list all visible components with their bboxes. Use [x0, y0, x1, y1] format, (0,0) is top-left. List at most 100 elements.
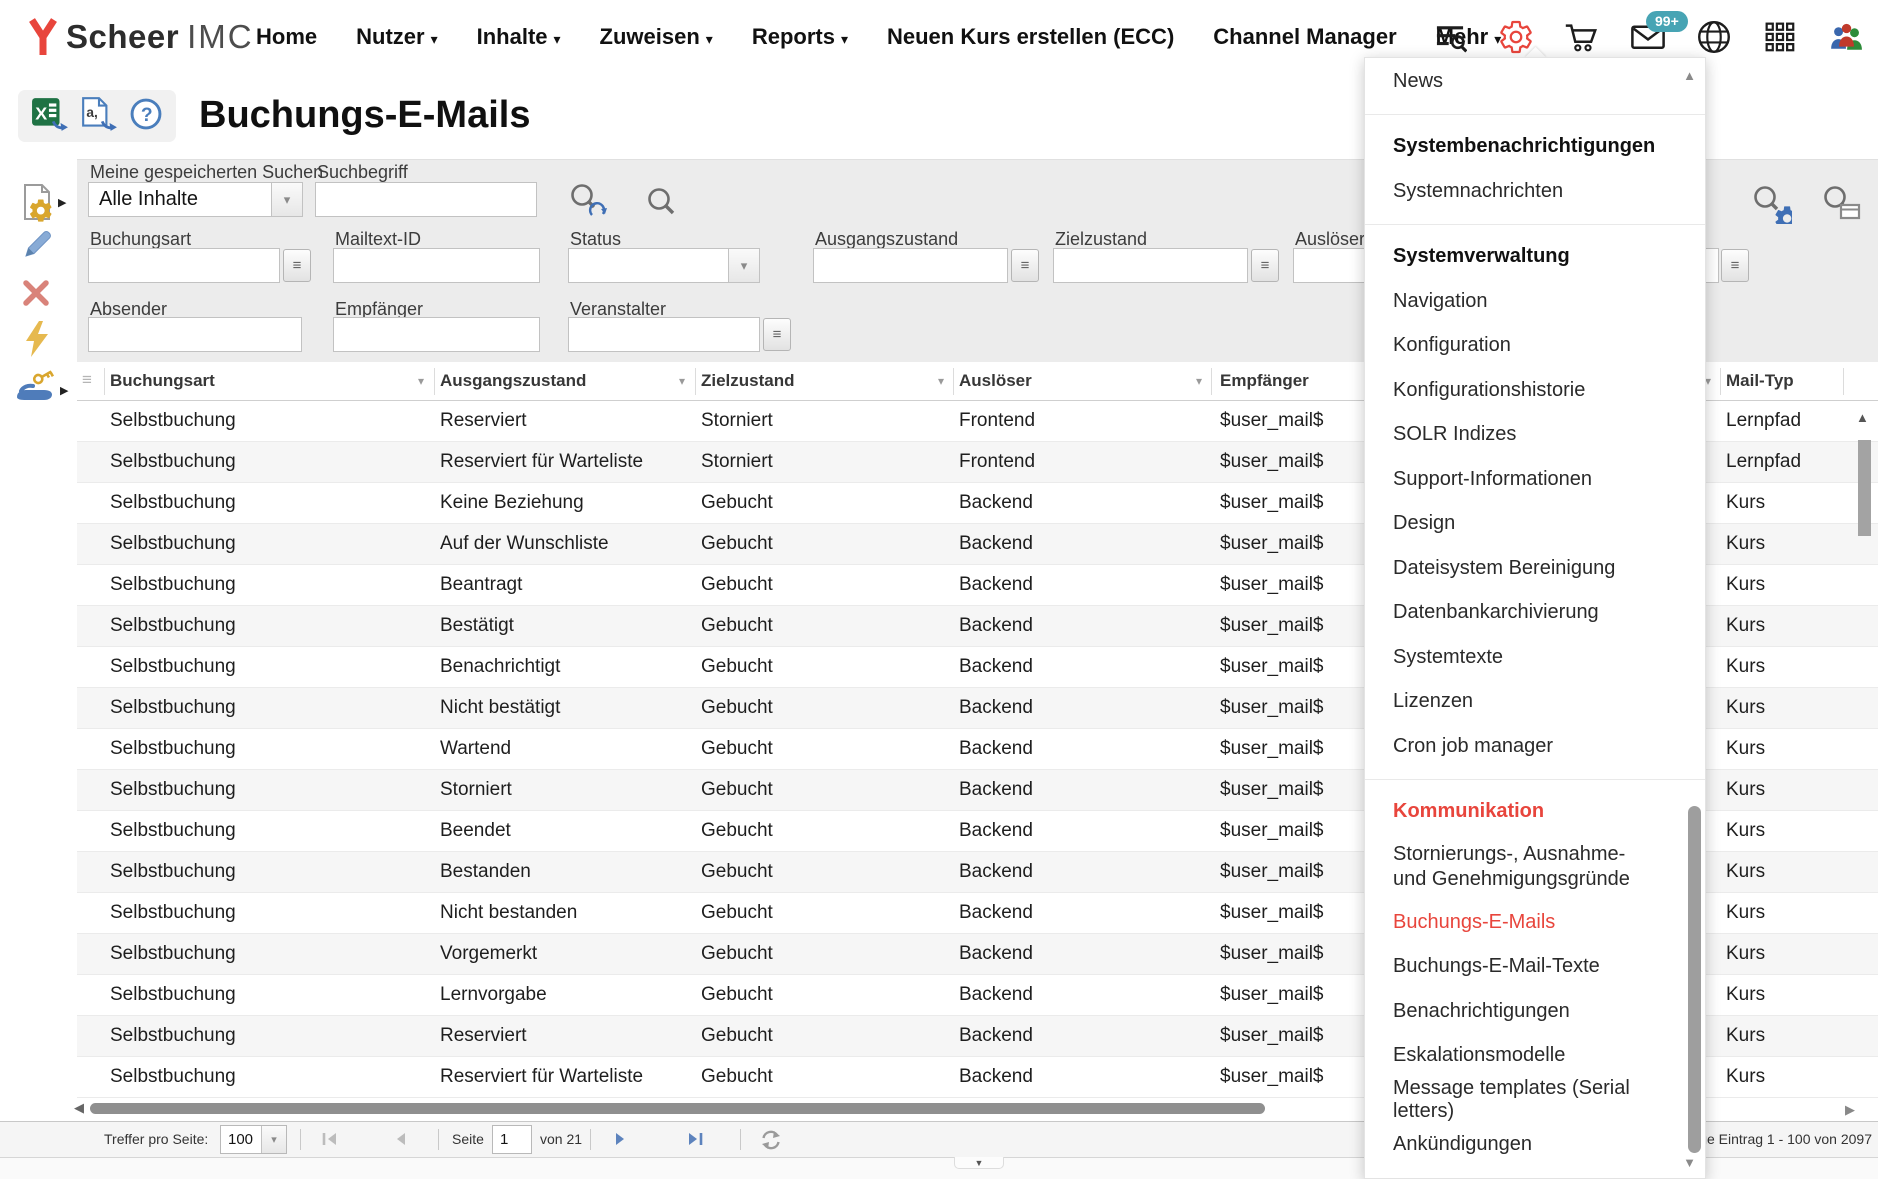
veranstalter-list-button[interactable]: ≡ — [763, 318, 791, 351]
menu-item-3[interactable]: Systemnachrichten — [1365, 169, 1705, 214]
cart-icon[interactable] — [1564, 17, 1600, 57]
globe-icon[interactable] — [1696, 17, 1732, 57]
column-menu-icon[interactable]: ▾ — [679, 374, 685, 388]
per-page-select[interactable]: 100 ▾ — [220, 1125, 287, 1154]
cell-mail-typ: Kurs — [1726, 574, 1765, 596]
menu-item-20[interactable]: Buchungs-E-Mails — [1365, 900, 1705, 945]
col-header-zielzustand[interactable]: Zielzustand — [701, 371, 795, 391]
menu-item-16[interactable]: Cron job manager — [1365, 724, 1705, 769]
search-reset-icon[interactable] — [568, 182, 608, 227]
column-menu-icon[interactable]: ▾ — [938, 374, 944, 388]
nav-item-1[interactable]: Nutzer▾ — [356, 24, 437, 50]
menu-scrollbar-thumb[interactable] — [1688, 806, 1701, 1153]
export-text-icon[interactable]: a, — [80, 96, 118, 137]
cell-ausloeser: Backend — [959, 533, 1033, 555]
scroll-up-icon[interactable]: ▲ — [1856, 410, 1869, 425]
menu-item-12[interactable]: Dateisystem Bereinigung — [1365, 546, 1705, 591]
nav-item-0[interactable]: Home — [256, 24, 317, 50]
menu-item-25[interactable]: Ankündigungen — [1365, 1123, 1705, 1168]
menu-item-23[interactable]: Eskalationsmodelle — [1365, 1034, 1705, 1079]
filter-ausgangszustand-input[interactable] — [813, 248, 1008, 283]
menu-item-6[interactable]: Navigation — [1365, 279, 1705, 324]
scroll-left-icon[interactable]: ◀ — [74, 1100, 84, 1116]
menu-item-19[interactable]: Stornierungs-, Ausnahme- und Genehmigung… — [1365, 834, 1705, 900]
cell-ausgangszustand: Wartend — [440, 738, 511, 760]
filter-empfaenger-input[interactable] — [333, 317, 540, 352]
filter-mailtext-id-label: Mailtext-ID — [335, 229, 421, 250]
export-excel-icon[interactable]: X — [31, 96, 69, 137]
menu-item-11[interactable]: Design — [1365, 502, 1705, 547]
filter-absender-input[interactable] — [88, 317, 302, 352]
chevron-down-icon: ▾ — [554, 31, 561, 48]
filter-veranstalter-input[interactable] — [568, 317, 760, 352]
menu-item-0[interactable]: News — [1365, 59, 1705, 104]
expand-arrow-icon[interactable]: ▶ — [60, 384, 68, 397]
cell-ausloeser: Backend — [959, 1066, 1033, 1088]
menu-item-10[interactable]: Support-Informationen — [1365, 457, 1705, 502]
scroll-right-icon[interactable]: ▶ — [1845, 1102, 1855, 1118]
next-page-button[interactable] — [612, 1130, 628, 1153]
expand-arrow-icon[interactable]: ▶ — [58, 196, 66, 209]
brand-logo[interactable]: Scheer IMC — [28, 0, 254, 74]
prev-page-button[interactable] — [392, 1130, 408, 1153]
filter-zielzustand-label: Zielzustand — [1055, 229, 1147, 250]
saved-searches-select[interactable]: Alle Inhalte ▾ — [88, 182, 303, 217]
last-page-button[interactable] — [686, 1130, 706, 1153]
horizontal-scrollbar-thumb[interactable] — [90, 1103, 1265, 1114]
cell-buchungsart: Selbstbuchung — [110, 1066, 236, 1088]
zielzustand-list-button[interactable]: ≡ — [1251, 249, 1279, 282]
filter-status-select[interactable]: ▾ — [568, 248, 760, 283]
ausloeser-list-button[interactable]: ≡ — [1721, 249, 1749, 282]
col-header-ausloeser[interactable]: Auslöser — [959, 371, 1032, 391]
page-number-input[interactable] — [492, 1125, 532, 1154]
nav-item-5[interactable]: Neuen Kurs erstellen (ECC) — [887, 24, 1174, 50]
menu-scroll-up-icon[interactable]: ▲ — [1683, 68, 1696, 83]
menu-item-14[interactable]: Systemtexte — [1365, 635, 1705, 680]
ausgangszustand-list-button[interactable]: ≡ — [1011, 249, 1039, 282]
column-menu-icon[interactable]: ▾ — [1196, 374, 1202, 388]
assign-permissions-icon[interactable] — [14, 368, 58, 411]
filter-buchungsart-input[interactable] — [88, 248, 280, 283]
collapse-panel-handle[interactable]: ▼ — [954, 1157, 1004, 1169]
help-icon[interactable]: ? — [129, 97, 163, 136]
menu-item-22[interactable]: Benachrichtigungen — [1365, 989, 1705, 1034]
edit-pencil-icon[interactable] — [20, 228, 54, 267]
menu-item-21[interactable]: Buchungs-E-Mail-Texte — [1365, 945, 1705, 990]
col-header-ausgangszustand[interactable]: Ausgangszustand — [440, 371, 586, 391]
mail-icon[interactable]: 99+ — [1630, 17, 1666, 57]
vertical-scrollbar-thumb[interactable] — [1858, 440, 1871, 536]
menu-item-24[interactable]: Message templates (Serial letters) — [1365, 1078, 1705, 1123]
col-header-buchungsart[interactable]: Buchungsart — [110, 371, 215, 391]
community-users-icon[interactable] — [1828, 17, 1864, 57]
lightning-icon[interactable] — [23, 320, 51, 363]
search-new-window-icon[interactable] — [1820, 184, 1862, 229]
search-icon[interactable] — [645, 186, 679, 225]
menu-item-13[interactable]: Datenbankarchivierung — [1365, 591, 1705, 636]
new-search-icon[interactable] — [20, 182, 54, 227]
menu-item-8[interactable]: Konfigurationshistorie — [1365, 368, 1705, 413]
filter-zielzustand-input[interactable] — [1053, 248, 1248, 283]
nav-item-2[interactable]: Inhalte▾ — [477, 24, 561, 50]
settings-gear-icon[interactable] — [1498, 17, 1534, 57]
nav-item-6[interactable]: Channel Manager — [1213, 24, 1396, 50]
buchungsart-list-button[interactable]: ≡ — [283, 249, 311, 282]
col-header-empfaenger[interactable]: Empfänger — [1220, 371, 1309, 391]
delete-x-icon[interactable] — [21, 278, 51, 313]
drag-handle-icon[interactable]: ≡ — [82, 370, 92, 390]
apps-grid-icon[interactable] — [1762, 17, 1798, 57]
search-settings-icon[interactable] — [1750, 184, 1792, 229]
menu-scroll-down-icon[interactable]: ▼ — [1683, 1155, 1696, 1170]
menu-item-9[interactable]: SOLR Indizes — [1365, 413, 1705, 458]
advanced-search-icon[interactable] — [1432, 17, 1468, 57]
app-window: Scheer IMC Home Nutzer▾ Inhalte▾ Zuweisen▾ R… — [0, 0, 1878, 1179]
menu-item-15[interactable]: Lizenzen — [1365, 680, 1705, 725]
nav-item-3[interactable]: Zuweisen▾ — [600, 24, 713, 50]
col-header-mail-typ[interactable]: Mail-Typ — [1726, 371, 1794, 391]
search-term-input[interactable] — [315, 182, 537, 217]
filter-mailtext-id-input[interactable] — [333, 248, 540, 283]
refresh-icon[interactable] — [760, 1130, 782, 1155]
menu-item-7[interactable]: Konfiguration — [1365, 324, 1705, 369]
first-page-button[interactable] — [320, 1130, 340, 1153]
nav-item-4[interactable]: Reports▾ — [752, 24, 848, 50]
column-menu-icon[interactable]: ▾ — [418, 374, 424, 388]
